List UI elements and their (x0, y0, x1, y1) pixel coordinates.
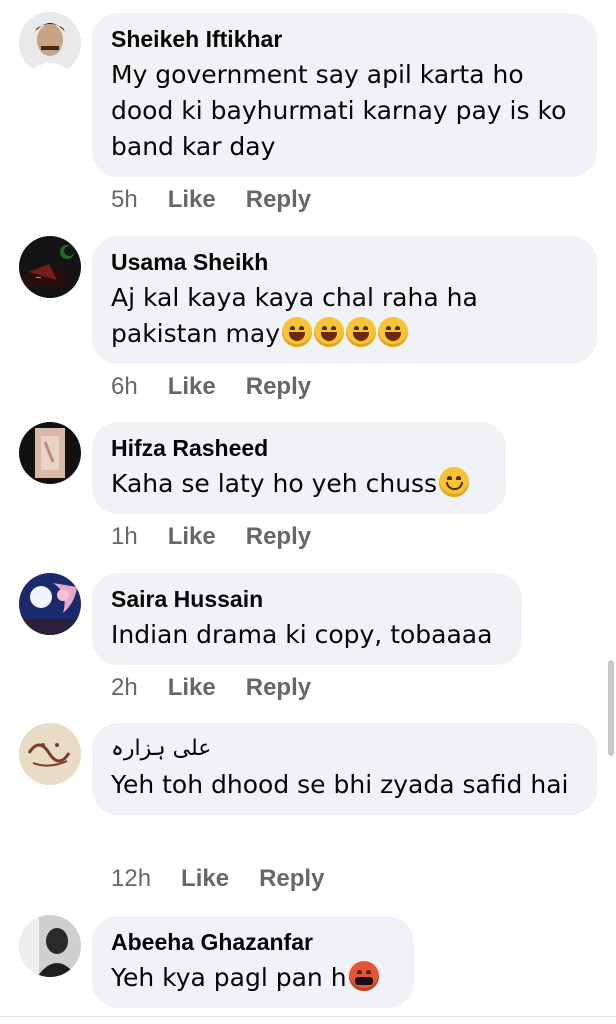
comment-text: Kaha se laty ho yeh chuss (111, 466, 480, 502)
reply-button[interactable]: Reply (246, 186, 311, 214)
commenter-name[interactable]: علی ہزارہ (111, 735, 577, 763)
comment-actions: 1h Like Reply (111, 523, 311, 551)
like-button[interactable]: Like (168, 373, 216, 401)
comment-text-content: Yeh kya pagl pan h (111, 963, 347, 992)
cursing-face-icon (348, 961, 379, 991)
comment-bubble: علی ہزارہ Yeh toh dhood se bhi zyada saf… (92, 723, 597, 815)
comment-bubble: Saira Hussain Indian drama ki copy, toba… (92, 573, 522, 665)
comment-actions: 6h Like Reply (111, 373, 311, 401)
like-button[interactable]: Like (168, 186, 216, 214)
like-button[interactable]: Like (181, 865, 229, 893)
comment-text: Yeh toh dhood se bhi zyada safid hai (111, 770, 569, 799)
timestamp[interactable]: 5h (111, 186, 138, 214)
comment-bubble: Usama Sheikh Aj kal kaya kaya chal raha … (92, 236, 597, 364)
timestamp[interactable]: 12h (111, 865, 151, 893)
comment-text: Aj kal kaya kaya chal raha ha pakistan m… (111, 280, 577, 352)
rolling-laughing-icon (314, 317, 345, 347)
comment-actions: 2h Like Reply (111, 674, 311, 702)
comment-text: Indian drama ki copy, tobaaaa (111, 620, 493, 649)
slight-smile-icon (439, 467, 470, 497)
commenter-name[interactable]: Usama Sheikh (111, 248, 577, 276)
comment-actions: 12h Like Reply (111, 865, 324, 893)
avatar[interactable] (19, 422, 81, 484)
comment-actions: 5h Like Reply (111, 186, 311, 214)
rolling-laughing-icon (282, 317, 313, 347)
commenter-name[interactable]: Abeeha Ghazanfar (111, 928, 394, 956)
comment-text: Yeh kya pagl pan h (111, 960, 394, 996)
reply-button[interactable]: Reply (246, 373, 311, 401)
timestamp[interactable]: 6h (111, 373, 138, 401)
reply-button[interactable]: Reply (259, 865, 324, 893)
commenter-name[interactable]: Sheikeh Iftikhar (111, 25, 577, 53)
avatar[interactable] (19, 915, 81, 977)
divider (0, 1016, 616, 1017)
comment-bubble: Abeeha Ghazanfar Yeh kya pagl pan h (92, 916, 414, 1008)
tears-of-joy-icon (378, 317, 409, 347)
commenter-name[interactable]: Saira Hussain (111, 585, 502, 613)
like-button[interactable]: Like (168, 674, 216, 702)
like-button[interactable]: Like (168, 523, 216, 551)
scrollbar[interactable] (608, 660, 614, 756)
comment-bubble: Sheikeh Iftikhar My government say apil … (92, 13, 597, 177)
avatar[interactable] (19, 12, 81, 74)
avatar[interactable]: ~ (19, 236, 81, 298)
reply-button[interactable]: Reply (246, 523, 311, 551)
comment-text-content: Kaha se laty ho yeh chuss (111, 469, 438, 498)
avatar[interactable] (19, 723, 81, 785)
tears-of-joy-icon (346, 317, 377, 347)
timestamp[interactable]: 1h (111, 523, 138, 551)
comment-bubble: Hifza Rasheed Kaha se laty ho yeh chuss (92, 422, 506, 514)
commenter-name[interactable]: Hifza Rasheed (111, 434, 480, 462)
timestamp[interactable]: 2h (111, 674, 138, 702)
comment-text: My government say apil karta ho dood ki … (111, 60, 567, 161)
avatar[interactable] (19, 573, 81, 635)
svg-text:~: ~ (35, 273, 42, 282)
reply-button[interactable]: Reply (246, 674, 311, 702)
